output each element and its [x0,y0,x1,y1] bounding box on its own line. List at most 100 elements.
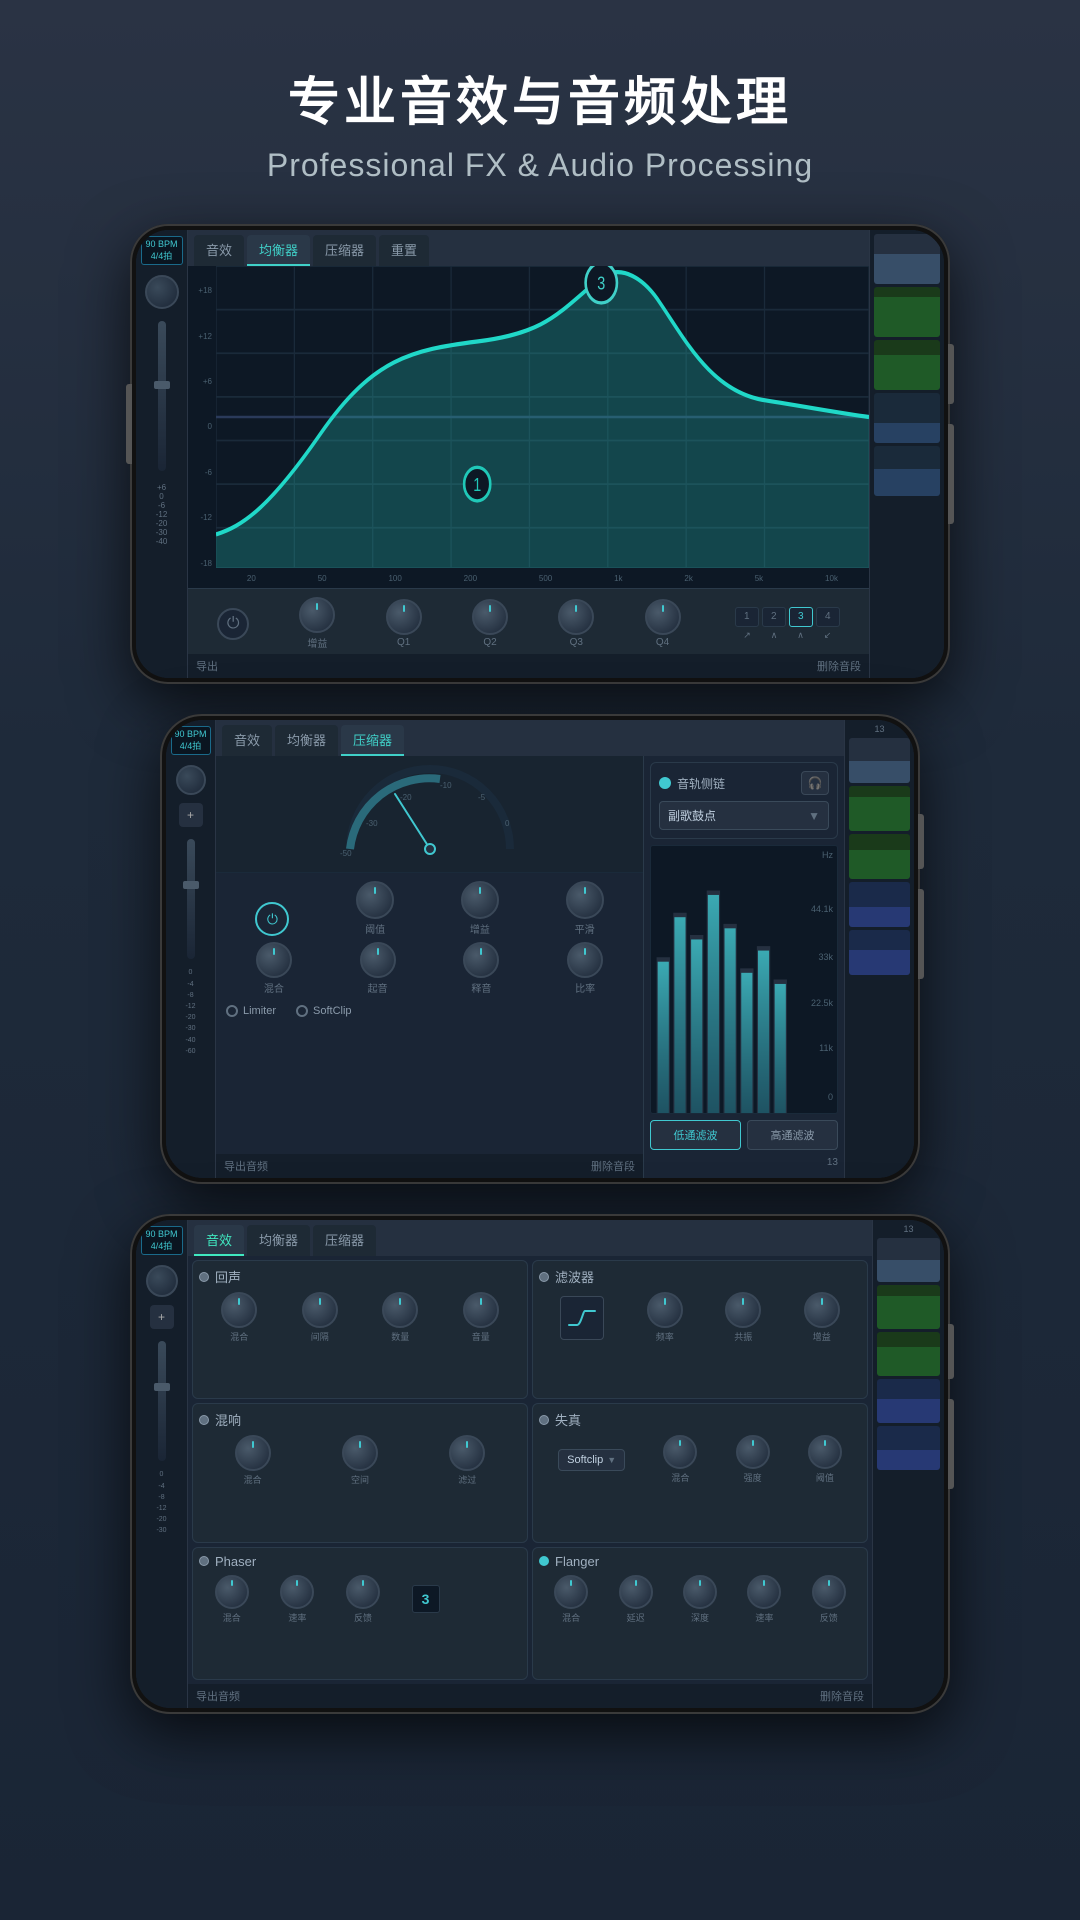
track-strip-1[interactable] [874,234,940,284]
eq-graph-1[interactable]: +18 +12 +6 0 -6 -12 -18 [188,266,869,589]
track-3-3[interactable] [877,1332,940,1376]
knob-chorus-1[interactable] [235,1435,271,1471]
knob-reverb-1[interactable] [221,1292,257,1328]
track-3-5[interactable] [877,1426,940,1470]
footer-left-1[interactable]: 导出 [196,658,218,674]
left-button-1[interactable] [126,384,132,464]
band-btn-1[interactable]: 1 [735,607,759,627]
knob-phaser-1[interactable] [215,1575,249,1609]
tab-fx-3[interactable]: 音效 [194,1225,244,1256]
knob-dist-1[interactable] [663,1435,697,1469]
track-strip-2-4[interactable] [849,882,910,927]
knob-q2[interactable] [472,599,508,635]
tab-reset-1[interactable]: 重置 [379,235,429,266]
volume-button-1[interactable] [948,424,954,524]
phaser-led[interactable] [199,1556,209,1566]
sidebar-knob-2[interactable] [176,765,206,795]
footer-right-2[interactable]: 删除音段 [591,1158,635,1174]
track-strip-2-3[interactable] [849,834,910,879]
volume-fader-2[interactable] [187,839,195,959]
tab-comp-2[interactable]: 压缩器 [341,725,404,756]
knob-ratio[interactable] [567,942,603,978]
track-strip-4[interactable] [874,393,940,443]
tab-eq-1[interactable]: 均衡器 [247,235,310,266]
knob-reverb-2[interactable] [302,1292,338,1328]
knob-phaser-3[interactable] [346,1575,380,1609]
distortion-led[interactable] [539,1415,549,1425]
knob-attack[interactable] [360,942,396,978]
knob-filter-2[interactable] [725,1292,761,1328]
knob-flanger-4[interactable] [747,1575,781,1609]
tab-fx-2[interactable]: 音效 [222,725,272,756]
volume-fader-3[interactable] [158,1341,166,1461]
footer-left-2[interactable]: 导出音频 [224,1158,268,1174]
power-button-1[interactable] [948,344,954,404]
sidechain-dropdown[interactable]: 副歌鼓点 ▼ [659,801,829,830]
track-3-1[interactable] [877,1238,940,1282]
filter-shape-icon[interactable] [560,1296,604,1340]
low-pass-btn[interactable]: 低通滤波 [650,1120,741,1150]
knob-smooth[interactable] [566,881,604,919]
radio-limiter[interactable]: Limiter [226,1005,276,1017]
footer-right-3[interactable]: 删除音段 [820,1688,864,1704]
tab-comp-3[interactable]: 压缩器 [313,1225,376,1256]
knob-chorus-3[interactable] [449,1435,485,1471]
high-pass-btn[interactable]: 高通滤波 [747,1120,838,1150]
sidebar-knob-1[interactable] [145,275,179,309]
sidebar-add-btn[interactable]: + [179,803,203,827]
band-btn-3[interactable]: 3 [789,607,813,627]
band-btn-4[interactable]: 4 [816,607,840,627]
radio-softclip[interactable]: SoftClip [296,1005,352,1017]
volume-fader-1[interactable] [158,321,166,471]
knob-flanger-3[interactable] [683,1575,717,1609]
knob-chorus-2[interactable] [342,1435,378,1471]
tab-eq-3[interactable]: 均衡器 [247,1225,310,1256]
knob-phaser-2[interactable] [280,1575,314,1609]
flanger-led[interactable] [539,1556,549,1566]
track-strip-2-2[interactable] [849,786,910,831]
footer-right-1[interactable]: 删除音段 [817,658,861,674]
track-3-4[interactable] [877,1379,940,1423]
knob-q3[interactable] [558,599,594,635]
track-strip-5[interactable] [874,446,940,496]
chorus-led[interactable] [199,1415,209,1425]
track-strip-2-5[interactable] [849,930,910,975]
volume-button-2[interactable] [918,889,924,979]
track-strip-2-1[interactable] [849,738,910,783]
knob-dist-2[interactable] [736,1435,770,1469]
knob-q1[interactable] [386,599,422,635]
knob-gain-2[interactable] [461,881,499,919]
phaser-num-display[interactable]: 3 [412,1585,440,1613]
knob-reverb-4[interactable] [463,1292,499,1328]
sidechain-headphone-btn[interactable]: 🎧 [801,771,829,795]
track-strip-3[interactable] [874,340,940,390]
distortion-dropdown[interactable]: Softclip ▼ [558,1449,625,1471]
track-3-2[interactable] [877,1285,940,1329]
power-button-3[interactable] [948,1324,954,1379]
knob-gain[interactable] [299,597,335,633]
knob-reverb-3[interactable] [382,1292,418,1328]
track-strip-2[interactable] [874,287,940,337]
filter-led[interactable] [539,1272,549,1282]
knob-dist-3[interactable] [808,1435,842,1469]
sidebar-knob-3[interactable] [146,1265,178,1297]
footer-left-3[interactable]: 导出音频 [196,1688,240,1704]
power-btn-1[interactable]: ⏻ [217,608,249,640]
band-btn-2[interactable]: 2 [762,607,786,627]
knob-flanger-2[interactable] [619,1575,653,1609]
reverb-led[interactable] [199,1272,209,1282]
tab-comp-1[interactable]: 压缩器 [313,235,376,266]
knob-threshold[interactable] [356,881,394,919]
knob-filter-1[interactable] [647,1292,683,1328]
knob-flanger-5[interactable] [812,1575,846,1609]
sidebar-btn-3[interactable]: + [150,1305,174,1329]
knob-q4[interactable] [645,599,681,635]
comp-power-btn[interactable]: ⏻ [255,902,289,936]
knob-filter-3[interactable] [804,1292,840,1328]
knob-flanger-1[interactable] [554,1575,588,1609]
knob-mix[interactable] [256,942,292,978]
volume-button-3[interactable] [948,1399,954,1489]
knob-release[interactable] [463,942,499,978]
tab-eq-2[interactable]: 均衡器 [275,725,338,756]
tab-fx-1[interactable]: 音效 [194,235,244,266]
